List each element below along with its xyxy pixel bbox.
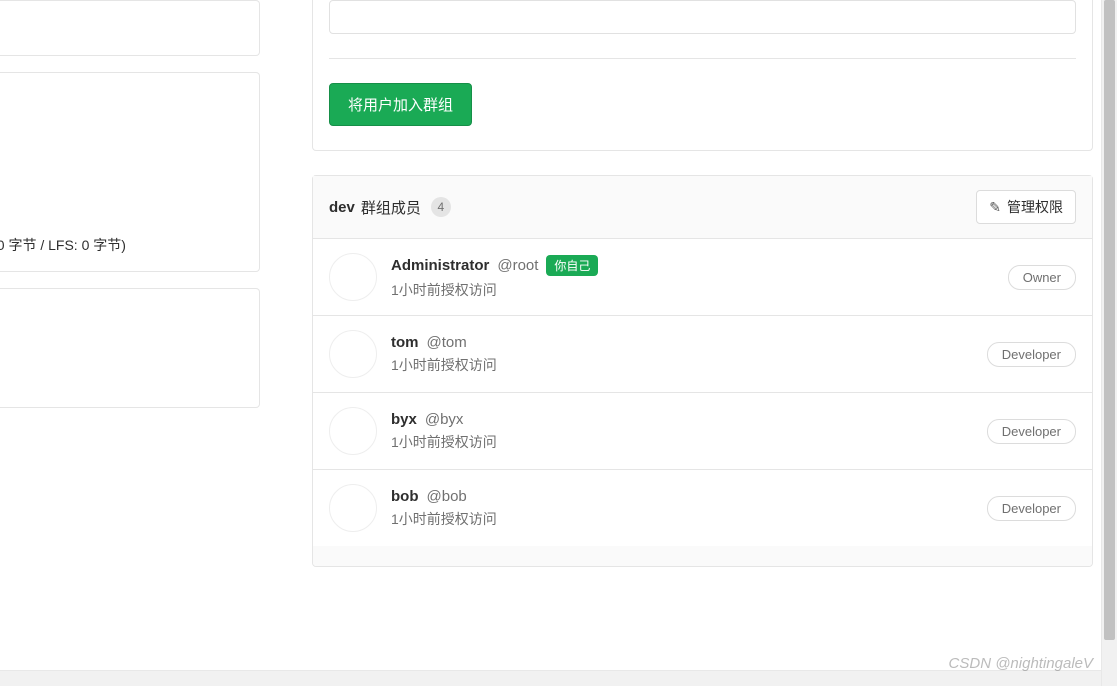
avatar[interactable] (329, 484, 377, 532)
members-header: dev 群组成员 4 管理权限 (313, 176, 1092, 239)
storage-text: s: 0 字节 / LFS: 0 字节) (0, 235, 126, 255)
member-info: tom @tom 1小时前授权访问 (391, 334, 987, 375)
member-access-time: 1小时前授权访问 (391, 509, 987, 529)
member-handle[interactable]: @byx (425, 411, 464, 428)
sidebar-box (0, 0, 260, 56)
avatar[interactable] (329, 407, 377, 455)
members-panel-footer (313, 546, 1092, 566)
self-badge: 你自己 (546, 255, 598, 276)
member-info: bob @bob 1小时前授权访问 (391, 488, 987, 529)
members-list: Administrator@root你自己1小时前授权访问Ownertom@to… (313, 239, 1092, 546)
pencil-icon (989, 199, 1001, 216)
role-badge: Developer (987, 342, 1076, 367)
avatar[interactable] (329, 253, 377, 301)
members-panel: dev 群组成员 4 管理权限 Administrator @root 你自己 1小时… (312, 175, 1093, 567)
sidebar-box (0, 288, 260, 408)
member-row: Administrator @root 你自己 1小时前授权访问Owner (313, 239, 1092, 316)
member-handle[interactable]: @root (497, 257, 538, 274)
member-name-line: Administrator @root 你自己 (391, 255, 1008, 276)
sidebar-storage-box: s: 0 字节 / LFS: 0 字节) (0, 72, 260, 272)
member-name[interactable]: byx (391, 411, 417, 428)
member-info: byx @byx 1小时前授权访问 (391, 411, 987, 452)
member-row: bob @bob 1小时前授权访问Developer (313, 470, 1092, 546)
manage-permissions-button[interactable]: 管理权限 (976, 190, 1076, 224)
member-name-line: bob @bob (391, 488, 987, 505)
member-row: tom @tom 1小时前授权访问Developer (313, 316, 1092, 393)
sidebar: s: 0 字节 / LFS: 0 字节) (0, 0, 272, 686)
avatar[interactable] (329, 330, 377, 378)
main-content: 将用户加入群组 dev 群组成员 4 管理权限 Administrator @ro… (272, 0, 1117, 686)
member-access-time: 1小时前授权访问 (391, 280, 1008, 300)
member-name-line: tom @tom (391, 334, 987, 351)
members-title-suffix: 群组成员 (361, 197, 421, 218)
member-name[interactable]: bob (391, 488, 419, 505)
scrollbar-thumb[interactable] (1104, 0, 1115, 640)
role-badge: Developer (987, 419, 1076, 444)
add-user-button[interactable]: 将用户加入群组 (329, 83, 472, 126)
manage-permissions-label: 管理权限 (1007, 197, 1063, 217)
member-handle[interactable]: @bob (427, 488, 467, 505)
members-count-badge: 4 (431, 197, 451, 217)
member-handle[interactable]: @tom (427, 334, 467, 351)
vertical-scrollbar[interactable] (1101, 0, 1117, 686)
add-user-form-panel: 将用户加入群组 (312, 0, 1093, 151)
role-badge: Developer (987, 496, 1076, 521)
member-name[interactable]: Administrator (391, 257, 489, 274)
divider (329, 58, 1076, 59)
group-name: dev (329, 199, 355, 216)
member-access-time: 1小时前授权访问 (391, 355, 987, 375)
add-user-input[interactable] (329, 0, 1076, 34)
member-name-line: byx @byx (391, 411, 987, 428)
member-access-time: 1小时前授权访问 (391, 432, 987, 452)
member-info: Administrator @root 你自己 1小时前授权访问 (391, 255, 1008, 300)
member-row: byx @byx 1小时前授权访问Developer (313, 393, 1092, 470)
role-badge: Owner (1008, 265, 1076, 290)
horizontal-scrollbar[interactable] (0, 670, 1101, 686)
members-title: dev 群组成员 4 (329, 197, 451, 218)
member-name[interactable]: tom (391, 334, 419, 351)
